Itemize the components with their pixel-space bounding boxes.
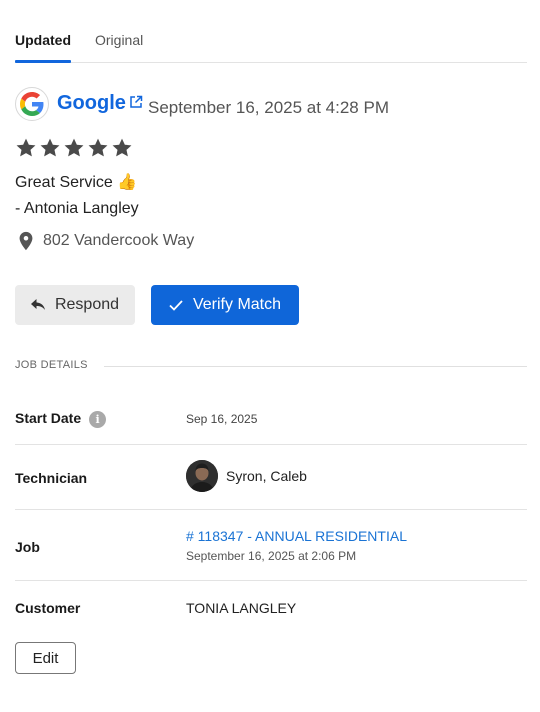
review-location: 802 Vandercook Way [15,231,194,251]
customer-value: TONIA LANGLEY [186,600,297,616]
technician-value: Syron, Caleb [186,460,386,492]
tab-original[interactable]: Original [95,32,143,48]
job-value: # 118347 - ANNUAL RESIDENTIAL September … [186,528,407,563]
star-icon [64,138,84,157]
external-link-icon[interactable] [129,95,143,109]
start-date-value: Sep 16, 2025 [186,412,258,426]
info-icon[interactable]: i [89,410,107,428]
star-icon [112,138,132,157]
job-details-heading: JOB DETAILS [15,359,88,371]
review-source-row: Google September 16, 2025 at 4:28 PM [15,87,515,121]
job-date: September 16, 2025 at 2:06 PM [186,549,357,563]
google-logo-icon [15,87,49,121]
star-icon [16,138,36,157]
star-icon [40,138,60,157]
star-rating [15,137,133,159]
job-link[interactable]: # 118347 - ANNUAL RESIDENTIAL [186,528,407,544]
reviewer-name: - Antonia Langley [15,200,139,217]
start-date-row: Start Date i Sep 16, 2025 [15,378,527,445]
job-row: Job # 118347 - ANNUAL RESIDENTIAL Septem… [15,510,527,581]
review-source-link[interactable]: Google [57,92,126,115]
customer-label: Customer [15,600,81,616]
review-tabs: Updated Original [15,0,527,63]
review-text: Great Service 👍 [15,174,138,191]
customer-row: Customer TONIA LANGLEY [15,581,527,631]
tab-updated[interactable]: Updated [15,32,71,48]
star-icon [88,138,108,157]
respond-button[interactable]: Respond [15,285,135,325]
checkmark-icon [169,299,183,311]
start-date-label: Start Date i [15,410,107,428]
technician-row: Technician Syron, Caleb [15,445,527,510]
respond-label: Respond [54,296,120,313]
technician-label: Technician [15,470,88,486]
review-date: September 16, 2025 at 4:28 PM [148,98,389,117]
reply-icon [30,299,45,310]
section-divider [104,366,527,367]
location-text: 802 Vandercook Way [43,232,195,249]
verify-match-button[interactable]: Verify Match [151,285,299,325]
technician-name: Syron, Caleb [226,468,307,484]
verify-match-label: Verify Match [192,296,282,313]
active-tab-indicator [15,60,71,63]
edit-button[interactable]: Edit [15,642,76,674]
job-label: Job [15,539,40,555]
map-pin-icon [19,231,33,251]
avatar [186,460,218,492]
